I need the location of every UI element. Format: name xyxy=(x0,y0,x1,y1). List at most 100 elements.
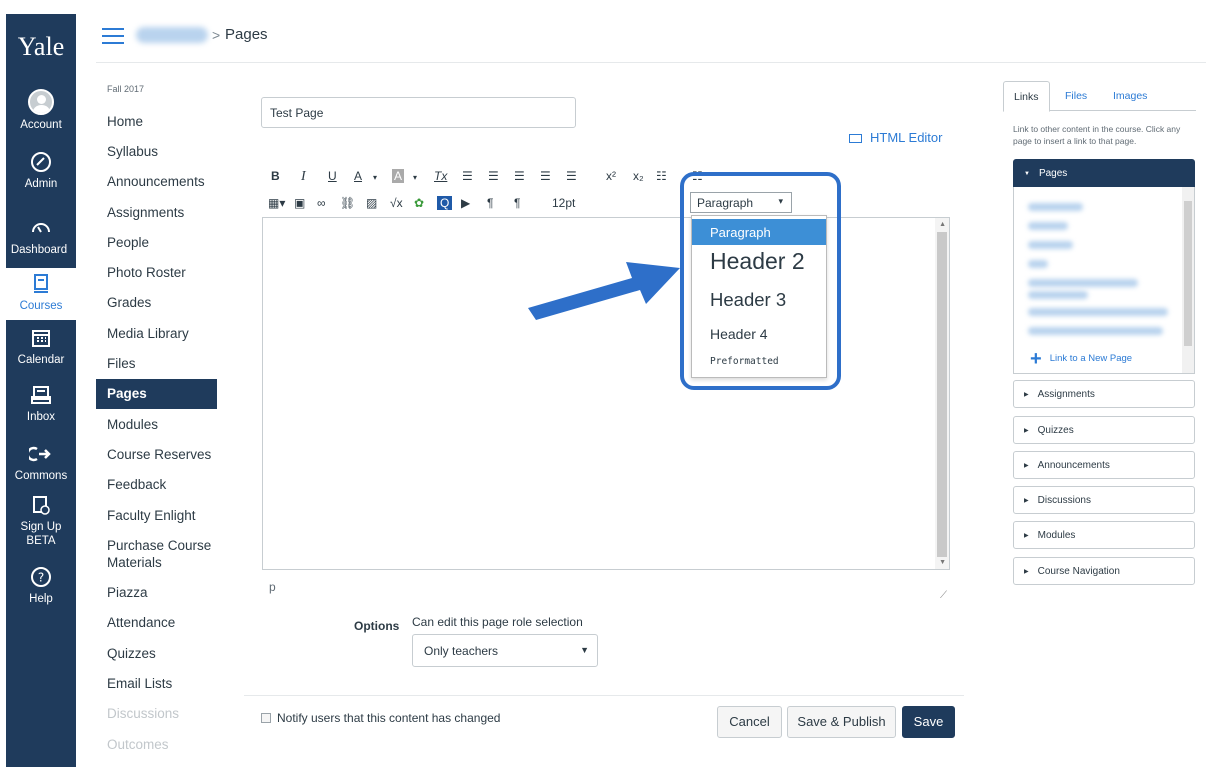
accordion-quizzes[interactable]: ▶ Quizzes xyxy=(1013,416,1195,444)
course-nav-purchase-materials[interactable]: Materials xyxy=(107,555,162,570)
page-link-blurred[interactable] xyxy=(1028,327,1163,335)
course-nav-photo-roster[interactable]: Photo Roster xyxy=(107,265,186,280)
paragraph-rtl-icon[interactable]: ¶ xyxy=(514,196,520,210)
course-nav-quizzes[interactable]: Quizzes xyxy=(107,646,156,661)
format-option-header-2[interactable]: Header 2 xyxy=(692,248,826,275)
tab-links[interactable]: Links xyxy=(1003,81,1050,112)
unlink-icon[interactable]: ⛓ xyxy=(340,196,355,210)
course-nav-announcements[interactable]: Announcements xyxy=(107,174,205,189)
accordion-assignments[interactable]: ▶ Assignments xyxy=(1013,380,1195,408)
page-title-input[interactable] xyxy=(261,97,576,128)
pages-scrollbar-thumb[interactable] xyxy=(1184,201,1192,346)
accordion-course-navigation[interactable]: ▶ Course Navigation xyxy=(1013,557,1195,585)
link-new-page[interactable]: + Link to a New Page xyxy=(1030,348,1132,371)
page-link-blurred[interactable] xyxy=(1028,308,1168,316)
accordion-announcements[interactable]: ▶ Announcements xyxy=(1013,451,1195,479)
math-equation-icon[interactable]: √x xyxy=(390,196,403,210)
hamburger-menu-icon[interactable] xyxy=(102,28,124,44)
scroll-down-icon[interactable]: ▼ xyxy=(939,559,946,566)
text-color-button[interactable]: A xyxy=(354,169,362,183)
course-nav-syllabus[interactable]: Syllabus xyxy=(107,144,158,159)
background-color-button[interactable]: A xyxy=(392,169,405,183)
yale-logo[interactable]: Yale xyxy=(6,32,76,62)
tab-files[interactable]: Files xyxy=(1055,81,1097,112)
subscript-icon[interactable]: x₂ xyxy=(633,169,644,183)
table-icon[interactable]: ▦▾ xyxy=(268,196,285,210)
global-nav-admin[interactable]: Admin xyxy=(6,150,76,191)
accordion-modules[interactable]: ▶ Modules xyxy=(1013,521,1195,549)
editor-scrollbar[interactable]: ▲ ▼ xyxy=(935,218,949,569)
page-link-blurred[interactable] xyxy=(1028,203,1083,211)
bold-button[interactable]: B xyxy=(271,169,280,183)
course-nav-modules[interactable]: Modules xyxy=(107,417,158,432)
course-nav-faculty-enlight[interactable]: Faculty Enlight xyxy=(107,508,196,523)
page-link-blurred[interactable] xyxy=(1028,260,1048,268)
indent-icon[interactable]: ☰ xyxy=(566,169,577,183)
font-size-select[interactable]: 12pt xyxy=(552,196,575,210)
accordion-discussions[interactable]: ▶ Discussions xyxy=(1013,486,1195,514)
format-option-paragraph[interactable]: Paragraph xyxy=(692,219,826,245)
dropdown-caret-icon[interactable]: ▾ xyxy=(373,173,377,182)
align-center-icon[interactable]: ☰ xyxy=(488,169,499,183)
global-nav-calendar[interactable]: Calendar xyxy=(6,326,76,367)
course-nav-grades[interactable]: Grades xyxy=(107,295,151,310)
bullet-list-icon[interactable]: ☷ xyxy=(656,169,667,183)
recycle-icon[interactable]: ✿ xyxy=(414,196,424,210)
course-nav-course-reserves[interactable]: Course Reserves xyxy=(107,447,211,462)
html-editor-link[interactable]: HTML Editor xyxy=(849,130,942,145)
global-nav-commons[interactable]: Commons xyxy=(6,442,76,483)
global-nav-inbox[interactable]: Inbox xyxy=(6,383,76,424)
paragraph-format-select[interactable]: Paragraph ▾ xyxy=(690,192,792,213)
align-left-icon[interactable]: ☰ xyxy=(462,169,473,183)
course-nav-people[interactable]: People xyxy=(107,235,149,250)
global-nav-help[interactable]: ? Help xyxy=(6,565,76,606)
breadcrumb-current[interactable]: Pages xyxy=(225,26,268,43)
course-nav-feedback[interactable]: Feedback xyxy=(107,477,166,492)
link-icon[interactable]: ∞ xyxy=(317,196,326,210)
video-icon[interactable]: ▶ xyxy=(461,196,470,210)
global-nav-signup[interactable]: Sign Up BETA xyxy=(6,493,76,548)
page-link-blurred[interactable] xyxy=(1028,222,1068,230)
cancel-button[interactable]: Cancel xyxy=(717,706,782,738)
resize-handle-icon[interactable]: ⟋ xyxy=(940,590,947,601)
pages-scrollbar[interactable] xyxy=(1182,187,1194,373)
outdent-icon[interactable]: ☰ xyxy=(540,169,551,183)
image-icon[interactable]: ▨ xyxy=(366,196,377,210)
quiz-q-icon[interactable]: Q xyxy=(437,196,453,210)
course-nav-home[interactable]: Home xyxy=(107,114,143,129)
course-nav-discussions[interactable]: Discussions xyxy=(107,706,179,721)
underline-button[interactable]: U xyxy=(328,169,337,183)
format-option-header-3[interactable]: Header 3 xyxy=(692,289,826,311)
edit-role-select[interactable]: Only teachers ▼ xyxy=(412,634,598,667)
course-nav-files[interactable]: Files xyxy=(107,356,136,371)
format-option-header-4[interactable]: Header 4 xyxy=(692,326,826,342)
course-nav-email-lists[interactable]: Email Lists xyxy=(107,676,172,691)
clear-formatting-button[interactable]: Tx xyxy=(434,169,447,183)
global-nav-account[interactable]: Account xyxy=(6,89,76,132)
save-button[interactable]: Save xyxy=(902,706,955,738)
page-link-blurred[interactable] xyxy=(1028,279,1138,287)
course-nav-assignments[interactable]: Assignments xyxy=(107,205,184,220)
global-nav-dashboard[interactable]: Dashboard xyxy=(6,216,76,257)
scroll-up-icon[interactable]: ▲ xyxy=(939,221,946,228)
align-right-icon[interactable]: ☰ xyxy=(514,169,525,183)
page-link-blurred[interactable] xyxy=(1028,241,1073,249)
italic-button[interactable]: I xyxy=(301,169,306,185)
global-nav-courses[interactable]: Courses xyxy=(6,268,76,320)
save-publish-button[interactable]: Save & Publish xyxy=(787,706,896,738)
format-option-preformatted[interactable]: Preformatted xyxy=(692,356,826,367)
course-nav-piazza[interactable]: Piazza xyxy=(107,585,148,600)
tab-images[interactable]: Images xyxy=(1103,81,1157,112)
dropdown-caret-icon[interactable]: ▾ xyxy=(413,173,417,182)
course-nav-media-library[interactable]: Media Library xyxy=(107,326,189,341)
media-embed-icon[interactable]: ▣ xyxy=(294,196,305,210)
editor-scrollbar-thumb[interactable] xyxy=(937,232,947,557)
course-nav-purchase-course[interactable]: Purchase Course xyxy=(107,538,211,553)
course-nav-pages[interactable]: Pages xyxy=(96,379,217,409)
notify-checkbox[interactable] xyxy=(261,713,271,723)
paragraph-ltr-icon[interactable]: ¶ xyxy=(487,196,493,210)
page-link-blurred[interactable] xyxy=(1028,291,1088,299)
course-nav-attendance[interactable]: Attendance xyxy=(107,615,175,630)
accordion-pages[interactable]: ▼ Pages xyxy=(1013,159,1195,187)
breadcrumb-course-blurred[interactable] xyxy=(136,27,208,43)
